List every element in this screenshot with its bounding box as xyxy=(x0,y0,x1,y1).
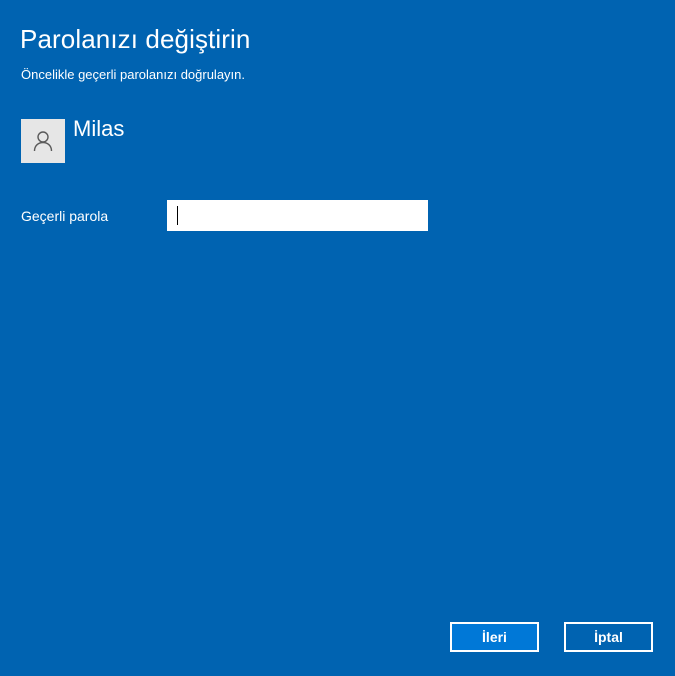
page-subtitle: Öncelikle geçerli parolanızı doğrulayın. xyxy=(21,67,246,82)
user-icon xyxy=(33,131,53,152)
current-password-input[interactable] xyxy=(167,200,428,231)
user-name: Milas xyxy=(73,116,125,141)
next-button[interactable]: İleri xyxy=(450,622,539,652)
cancel-button[interactable]: İptal xyxy=(564,622,653,652)
avatar xyxy=(21,119,65,163)
current-password-label: Geçerli parola xyxy=(21,208,109,224)
page-title: Parolanızı değiştirin xyxy=(20,24,251,54)
